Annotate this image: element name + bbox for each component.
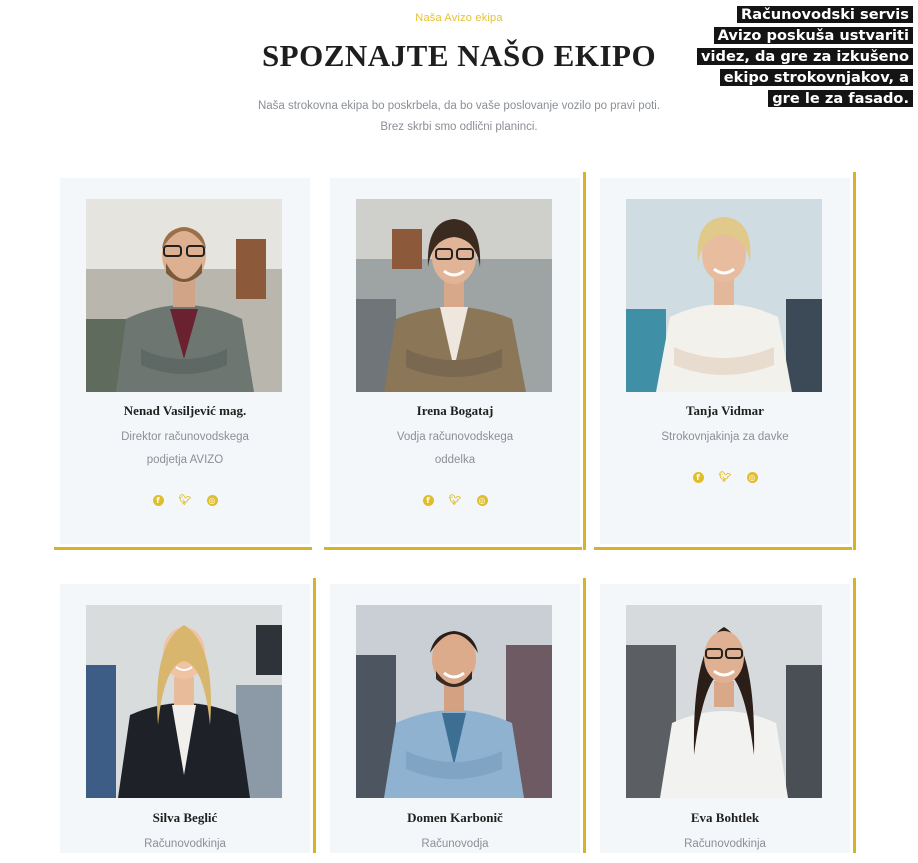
team-member-role: Direktor računovodskega podjetja AVIZO: [80, 426, 290, 472]
role-line: oddelka: [434, 454, 476, 466]
team-member-name: Irena Bogataj: [416, 403, 494, 418]
facebook-icon[interactable]: f: [152, 495, 164, 506]
caption-overlay: Računovodski servis Avizo poskuša ustvar…: [655, 4, 913, 109]
team-member-name: Nenad Vasiljević mag.: [123, 403, 247, 418]
intro-text: Naša strokovna ekipa bo poskrbela, da bo…: [257, 100, 661, 133]
team-card: Silva Beglić Računovodkinja: [60, 578, 316, 863]
caption-line: ekipo strokovnjakov, a: [719, 69, 913, 86]
caption-line: gre le za fasado.: [768, 90, 913, 107]
card-accent-border: [583, 172, 586, 550]
card-accent-border: [583, 578, 586, 863]
twitter-icon[interactable]: 🐦︎: [179, 495, 192, 506]
role-line: podjetja AVIZO: [146, 454, 224, 466]
social-links: f 🐦︎ ◎: [600, 472, 850, 483]
team-member-role: Vodja računovodskega oddelka: [350, 426, 560, 472]
team-photo: [86, 199, 282, 392]
team-member-name: Domen Karbonič: [407, 810, 503, 825]
card-accent-border: [54, 547, 312, 550]
instagram-icon[interactable]: ◎: [206, 495, 218, 506]
page-bottom-edge: [0, 853, 918, 863]
team-card: Domen Karbonič Računovodja: [330, 578, 586, 863]
instagram-icon[interactable]: ◎: [476, 495, 488, 506]
team-member-role: Strokovnjakinja za davke: [620, 426, 830, 449]
team-member-name: Tanja Vidmar: [686, 403, 764, 418]
card-accent-border: [313, 578, 316, 863]
team-photo: [626, 605, 822, 798]
team-photo: [356, 199, 552, 392]
role-line: Vodja računovodskega: [396, 431, 514, 443]
caption-line: Avizo poskuša ustvariti: [713, 27, 913, 44]
team-member-name: Eva Bohtlek: [690, 810, 760, 825]
team-photo: [356, 605, 552, 798]
team-member-name: Silva Beglić: [152, 810, 218, 825]
instagram-icon[interactable]: ◎: [746, 472, 758, 483]
role-line: Strokovnjakinja za davke: [661, 431, 789, 443]
twitter-icon[interactable]: 🐦︎: [719, 472, 732, 483]
team-card: Eva Bohtlek Računovodkinja: [600, 578, 856, 863]
social-links: f 🐦︎ ◎: [60, 495, 310, 506]
team-card: Irena Bogataj Vodja računovodskega oddel…: [324, 172, 586, 550]
twitter-icon[interactable]: 🐦︎: [449, 495, 462, 506]
team-card: Nenad Vasiljević mag. Direktor računovod…: [54, 178, 312, 550]
facebook-icon[interactable]: f: [692, 472, 704, 483]
caption-line: videz, da gre za izkušeno: [697, 48, 913, 65]
card-accent-border: [324, 547, 582, 550]
team-card: Tanja Vidmar Strokovnjakinja za davke f …: [594, 172, 856, 550]
team-photo: [86, 605, 282, 798]
caption-line: Računovodski servis: [737, 6, 913, 23]
social-links: f 🐦︎ ◎: [330, 495, 580, 506]
card-accent-border: [853, 578, 856, 863]
card-accent-border: [594, 547, 852, 550]
facebook-icon[interactable]: f: [422, 495, 434, 506]
role-line: Direktor računovodskega: [121, 431, 249, 443]
team-photo: [626, 199, 822, 392]
card-accent-border: [853, 172, 856, 550]
